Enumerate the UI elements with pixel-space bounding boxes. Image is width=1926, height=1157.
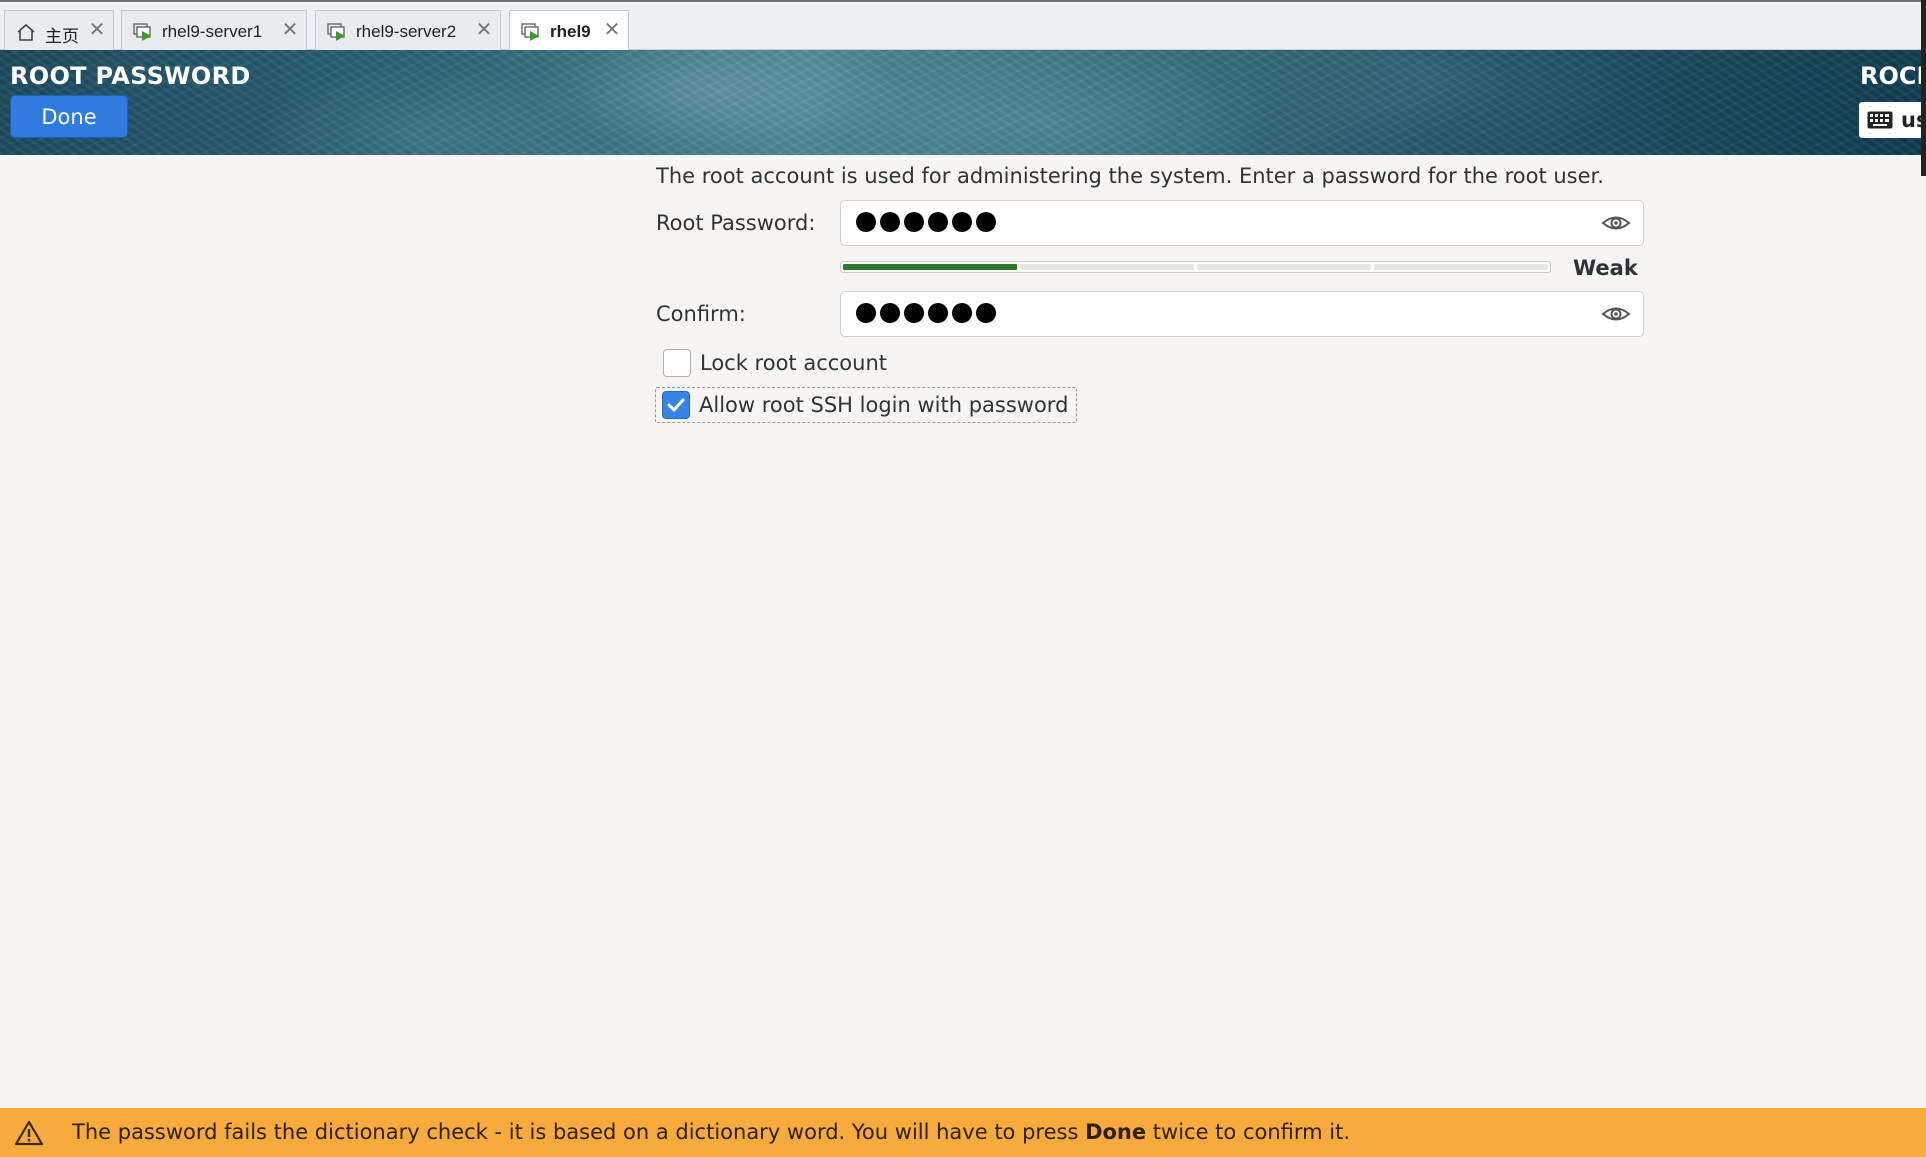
password-mask-dot: [904, 212, 924, 232]
password-mask-dot: [952, 303, 972, 323]
tab-rhel9[interactable]: rhel9 ✕: [509, 10, 629, 52]
warning-emphasis: Done: [1085, 1120, 1147, 1144]
close-icon[interactable]: ✕: [87, 20, 107, 40]
warning-text-end: twice to confirm it.: [1146, 1120, 1351, 1144]
password-mask-dot: [880, 303, 900, 323]
tab-label: 主页: [45, 27, 79, 46]
keyboard-icon: [1867, 111, 1893, 129]
password-mask-dot: [976, 212, 996, 232]
product-name: ROCKY: [1860, 62, 1926, 90]
password-mask: [856, 303, 996, 323]
lock-root-label: Lock root account: [700, 351, 888, 375]
password-mask-dot: [856, 303, 876, 323]
password-mask-dot: [856, 212, 876, 232]
root-password-label: Root Password:: [656, 211, 816, 235]
close-icon[interactable]: ✕: [280, 20, 300, 40]
allow-root-ssh-option[interactable]: Allow root SSH login with password: [655, 387, 1078, 423]
show-password-icon[interactable]: [1601, 303, 1631, 325]
strength-segment: [1197, 264, 1371, 270]
confirm-password-input[interactable]: [840, 291, 1644, 337]
tab-home[interactable]: 主页 ✕: [4, 10, 114, 52]
password-mask-dot: [976, 303, 996, 323]
warning-text-start: The password fails the dictionary check …: [72, 1120, 1086, 1144]
page-title: ROOT PASSWORD: [10, 62, 251, 90]
lock-root-checkbox[interactable]: [663, 349, 691, 377]
strength-segment: [1020, 264, 1194, 270]
tab-label: rhel9-server2: [356, 22, 457, 41]
allow-ssh-label: Allow root SSH login with password: [699, 393, 1069, 417]
password-mask-dot: [904, 303, 924, 323]
password-mask-dot: [880, 212, 900, 232]
password-strength-bar: [840, 261, 1551, 273]
vm-running-icon: [133, 23, 151, 41]
close-icon[interactable]: ✕: [602, 20, 622, 40]
warning-icon: [14, 1120, 44, 1146]
password-strength-label: Weak: [1573, 256, 1638, 280]
tab-rhel9-server1[interactable]: rhel9-server1 ✕: [121, 10, 307, 52]
intro-text: The root account is used for administeri…: [656, 164, 1604, 188]
keyboard-layout-indicator[interactable]: us: [1859, 102, 1926, 138]
window-edge: [1921, 0, 1926, 176]
vm-running-icon: [521, 23, 539, 41]
done-button[interactable]: Done: [10, 95, 128, 138]
tab-label: rhel9-server1: [162, 22, 263, 41]
lock-root-account-option[interactable]: Lock root account: [656, 345, 887, 381]
close-icon[interactable]: ✕: [474, 20, 494, 40]
strength-segment: [1374, 264, 1548, 270]
warning-message: The password fails the dictionary check …: [72, 1120, 1350, 1144]
root-password-input[interactable]: [840, 200, 1644, 246]
password-mask-dot: [928, 303, 948, 323]
password-mask-dot: [952, 212, 972, 232]
spoke-header: ROOT PASSWORD Done ROCKY us: [0, 50, 1926, 155]
checkmark-icon: [667, 398, 685, 412]
warning-bar: The password fails the dictionary check …: [0, 1108, 1926, 1157]
tab-rhel9-server2[interactable]: rhel9-server2 ✕: [315, 10, 501, 52]
header-background: [0, 50, 1926, 155]
password-mask: [856, 212, 996, 232]
tab-bar: 主页 ✕ rhel9-server1 ✕ rhel9-server2 ✕ rhe…: [0, 0, 1926, 52]
strength-segment: [843, 264, 1017, 270]
tab-label: rhel9: [550, 22, 591, 41]
allow-ssh-checkbox[interactable]: [662, 391, 690, 419]
confirm-label: Confirm:: [656, 302, 746, 326]
password-mask-dot: [928, 212, 948, 232]
home-icon: [17, 23, 35, 41]
show-password-icon[interactable]: [1601, 212, 1631, 234]
vm-running-icon: [327, 23, 345, 41]
